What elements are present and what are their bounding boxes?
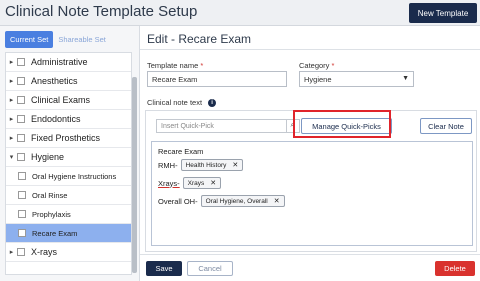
sidebar-item-label: Fixed Prosthetics — [31, 133, 101, 143]
item-checkbox[interactable] — [18, 229, 26, 237]
highlight-box — [293, 110, 391, 138]
item-checkbox[interactable] — [18, 191, 26, 199]
sidebar-item-label: Clinical Exams — [31, 95, 91, 105]
clear-note-button[interactable]: Clear Note — [420, 118, 472, 134]
sidebar-item-recare-exam[interactable]: Recare Exam — [6, 224, 131, 243]
sidebar-item-label: Oral Rinse — [32, 190, 68, 200]
close-icon[interactable]: ✕ — [274, 197, 280, 205]
sidebar-item-endodontics[interactable]: ▸ Endodontics — [6, 110, 131, 129]
sidebar-item-label: Hygiene — [31, 152, 65, 162]
item-checkbox[interactable] — [17, 248, 25, 256]
expand-caret-icon[interactable]: ▸ — [6, 134, 17, 142]
save-button[interactable]: Save — [146, 261, 182, 276]
chevron-down-icon: ▼ — [402, 75, 409, 82]
sidebar-item-prophylaxis[interactable]: Prophylaxis — [6, 205, 131, 224]
sidebar-item-administrative[interactable]: ▸ Administrative — [6, 53, 131, 72]
sidebar-item-fixed-prosthetics[interactable]: ▸ Fixed Prosthetics — [6, 129, 131, 148]
tab-current-set[interactable]: Current Set — [5, 31, 54, 48]
new-template-button[interactable]: New Template — [409, 3, 477, 23]
category-select[interactable]: Hygiene ▼ — [299, 71, 414, 87]
info-icon[interactable]: i — [208, 99, 217, 108]
divider — [140, 49, 480, 50]
quick-pick-chip[interactable]: Health History ✕ — [180, 159, 244, 171]
sidebar-item-hygiene[interactable]: ▾ Hygiene — [6, 148, 131, 167]
template-sidebar: Current Set Shareable Set ▸ Administrati… — [0, 26, 140, 281]
item-checkbox[interactable] — [17, 115, 25, 123]
category-label: Category * — [299, 61, 335, 70]
sidebar-item-oral-rinse[interactable]: Oral Rinse — [6, 186, 131, 205]
close-icon[interactable]: ✕ — [210, 179, 216, 187]
expand-caret-icon[interactable]: ▸ — [6, 115, 17, 123]
quick-pick-search-input[interactable]: Insert Quick-Pick ⌕ — [156, 119, 300, 133]
quick-pick-chip[interactable]: Oral Hygiene, Overall ✕ — [200, 195, 285, 207]
sidebar-item-label: X-rays — [31, 247, 58, 257]
expand-caret-icon[interactable]: ▸ — [6, 77, 17, 85]
expand-caret-icon[interactable]: ▸ — [6, 58, 17, 66]
sidebar-item-x-rays[interactable]: ▸ X-rays — [6, 243, 131, 262]
item-checkbox[interactable] — [18, 172, 26, 180]
sidebar-item-clinical-exams[interactable]: ▸ Clinical Exams — [6, 91, 131, 110]
template-name-label: Template name * — [147, 61, 204, 70]
note-line-xrays: Xrays- Xrays ✕ — [158, 177, 222, 189]
edit-title: Edit - Recare Exam — [147, 32, 252, 46]
cancel-button[interactable]: Cancel — [187, 261, 233, 276]
collapse-caret-icon[interactable]: ▾ — [6, 153, 17, 161]
note-text-editor[interactable]: Recare Exam RMH- Health History ✕ Xrays- … — [151, 141, 473, 246]
quick-pick-chip[interactable]: Xrays ✕ — [182, 177, 222, 189]
item-checkbox[interactable] — [17, 153, 25, 161]
edit-panel: Edit - Recare Exam Template name * Recar… — [140, 26, 480, 281]
delete-button[interactable]: Delete — [435, 261, 475, 276]
set-tabs: Current Set Shareable Set — [5, 31, 111, 48]
close-icon[interactable]: ✕ — [232, 161, 238, 169]
sidebar-item-label: Administrative — [31, 57, 88, 67]
note-line-rmh: RMH- Health History ✕ — [158, 159, 244, 171]
sidebar-item-label: Oral Hygiene Instructions — [32, 171, 117, 181]
title-bar: Clinical Note Template Setup New Templat… — [0, 0, 480, 26]
sidebar-item-anesthetics[interactable]: ▸ Anesthetics — [6, 72, 131, 91]
expand-caret-icon[interactable]: ▸ — [6, 248, 17, 256]
item-checkbox[interactable] — [18, 210, 26, 218]
tab-shareable-set[interactable]: Shareable Set — [53, 31, 111, 48]
divider — [140, 254, 480, 255]
template-name-input[interactable]: Recare Exam — [147, 71, 287, 87]
item-checkbox[interactable] — [17, 77, 25, 85]
item-checkbox[interactable] — [17, 134, 25, 142]
note-heading: Recare Exam — [158, 147, 204, 156]
sidebar-item-label: Endodontics — [31, 114, 81, 124]
page-title: Clinical Note Template Setup — [5, 3, 198, 20]
expand-caret-icon[interactable]: ▸ — [6, 96, 17, 104]
sidebar-item-label: Recare Exam — [32, 228, 78, 238]
sidebar-item-oral-hygiene-instructions[interactable]: Oral Hygiene Instructions — [6, 167, 131, 186]
item-checkbox[interactable] — [17, 96, 25, 104]
template-tree: ▸ Administrative ▸ Anesthetics ▸ Clinica… — [5, 52, 132, 275]
sidebar-item-label: Prophylaxis — [32, 209, 71, 219]
sidebar-item-label: Anesthetics — [31, 76, 78, 86]
item-checkbox[interactable] — [17, 58, 25, 66]
note-text-label: Clinical note text i — [147, 98, 217, 108]
sidebar-scrollbar[interactable] — [132, 77, 137, 273]
note-line-overall-oh: Overall OH- Oral Hygiene, Overall ✕ — [158, 195, 285, 207]
